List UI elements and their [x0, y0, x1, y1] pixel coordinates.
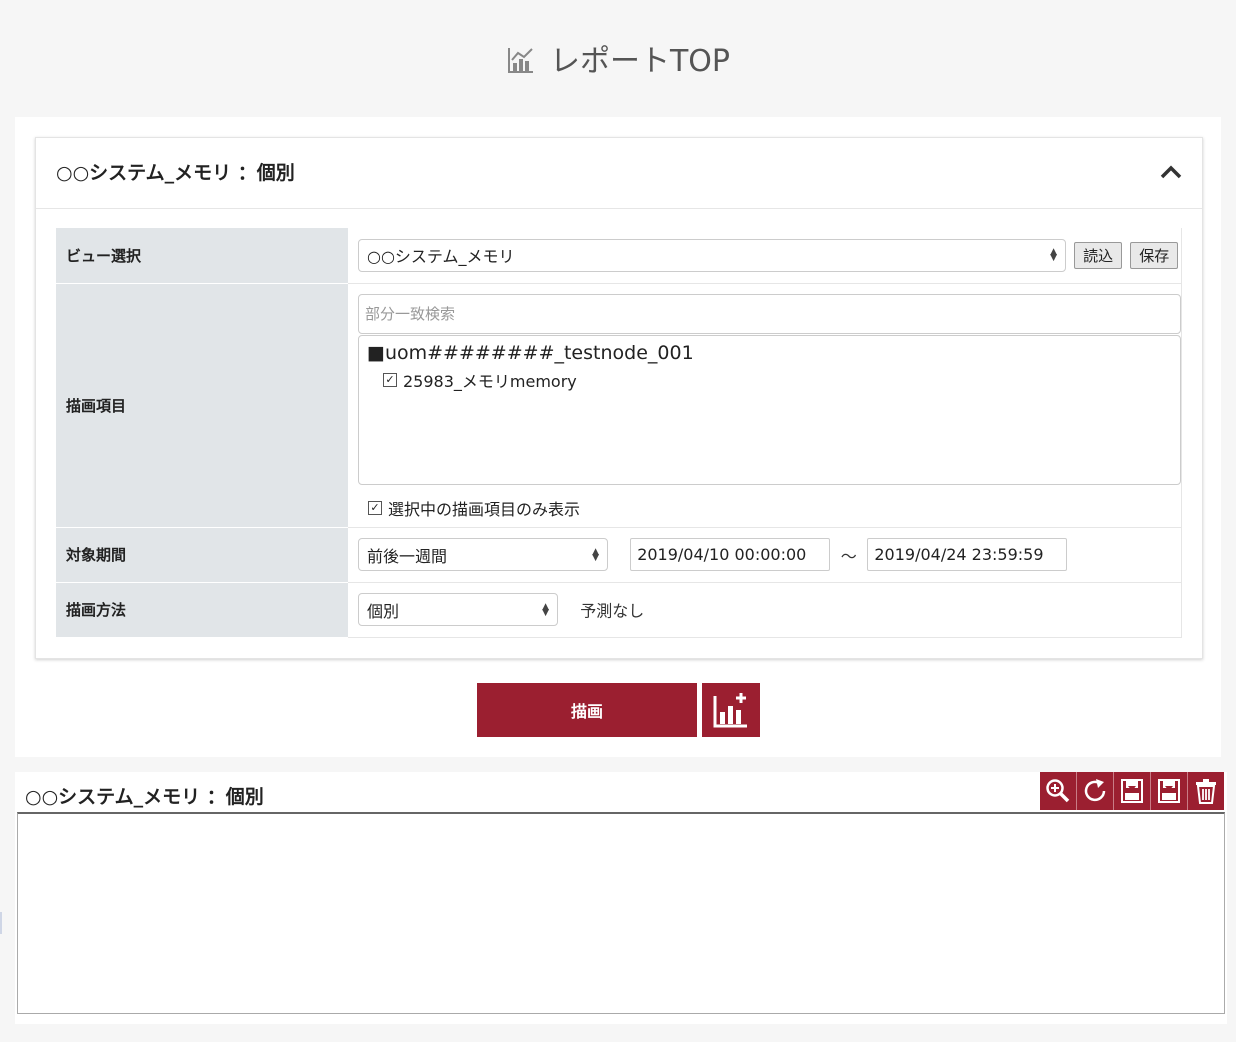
view-select[interactable]: ○○システム_メモリ ▲ ▼ — [358, 238, 1066, 272]
period-select-value: 前後一週間 — [367, 546, 448, 566]
zoom-in-icon — [1046, 779, 1070, 803]
graph-area[interactable] — [17, 812, 1225, 1014]
png-download-button[interactable] — [1151, 772, 1188, 810]
report-settings-card: ○○システム_メモリ ：個別 ビュー選択 ○○システム_メモリ ▲ ▼ 読込 保存… — [15, 117, 1221, 757]
period-label: 対象期間 — [56, 527, 348, 583]
tree-node[interactable]: ■uom########_testnode_001 — [367, 342, 1172, 364]
csv-download-icon — [1121, 779, 1143, 803]
draw-button[interactable]: 描画 — [477, 683, 697, 737]
csv-download-button[interactable] — [1114, 772, 1151, 810]
period-select[interactable]: 前後一週間 ▲ ▼ — [358, 538, 608, 571]
settings-form: ビュー選択 ○○システム_メモリ ▲ ▼ 読込 保存 描画項目 部分一致検索 ■u… — [56, 228, 1182, 638]
page-title: レポートTOP — [0, 36, 1236, 80]
draw-method-label: 描画方法 — [56, 582, 348, 638]
view-select-value: ○○システム_メモリ — [367, 247, 515, 267]
add-graph-button[interactable] — [702, 683, 760, 737]
refresh-icon — [1084, 779, 1106, 802]
load-button[interactable]: 読込 — [1074, 241, 1123, 269]
draw-items-label: 描画項目 — [56, 283, 348, 528]
period-separator: ～ — [840, 546, 857, 566]
png-download-icon — [1158, 779, 1180, 803]
tree-leaf-label: 25983_メモリmemory — [403, 371, 577, 391]
select-arrow-icon: ▲ ▼ — [542, 601, 549, 618]
add-chart-icon — [713, 693, 747, 728]
select-arrow-icon: ▲ ▼ — [592, 546, 599, 563]
page-edge-marker — [0, 912, 2, 934]
settings-panel: ○○システム_メモリ ：個別 ビュー選択 ○○システム_メモリ ▲ ▼ 読込 保存… — [35, 137, 1203, 659]
trash-icon — [1196, 779, 1216, 804]
only-selected-toggle[interactable]: ✓ 選択中の描画項目のみ表示 — [368, 496, 580, 520]
end-datetime-input[interactable]: 2019/04/24 23:59:59 — [867, 538, 1068, 571]
leaf-checkbox[interactable]: ✓ — [383, 372, 397, 387]
tree-leaf[interactable]: ✓ 25983_メモリmemory — [383, 368, 1172, 392]
graph-title: ○○システム_メモリ ：個別 — [25, 786, 264, 808]
select-arrow-icon: ▲ ▼ — [1050, 247, 1057, 264]
search-input[interactable]: 部分一致検索 — [358, 293, 1181, 334]
panel-header[interactable]: ○○システム_メモリ ：個別 — [36, 138, 1202, 209]
page-title-text: レポートTOP — [549, 44, 731, 79]
forecast-text: 予測なし — [580, 601, 645, 621]
delete-button[interactable] — [1188, 772, 1224, 810]
only-selected-label: 選択中の描画項目のみ表示 — [388, 499, 581, 519]
draw-method-select[interactable]: 個別 ▲ ▼ — [358, 593, 558, 626]
graph-toolbar — [1040, 772, 1224, 810]
panel-title: ○○システム_メモリ ：個別 — [56, 162, 295, 184]
item-tree[interactable]: ■uom########_testnode_001 ✓ 25983_メモリmem… — [358, 334, 1181, 485]
refresh-button[interactable] — [1077, 772, 1114, 810]
draw-method-value: 個別 — [367, 601, 400, 621]
save-button[interactable]: 保存 — [1130, 241, 1179, 269]
only-selected-checkbox[interactable]: ✓ — [368, 500, 382, 515]
chevron-up-icon[interactable] — [1160, 164, 1182, 180]
chart-icon — [507, 48, 533, 73]
view-select-label: ビュー選択 — [56, 228, 348, 284]
start-datetime-input[interactable]: 2019/04/10 00:00:00 — [630, 538, 831, 571]
zoom-button[interactable] — [1040, 772, 1077, 810]
